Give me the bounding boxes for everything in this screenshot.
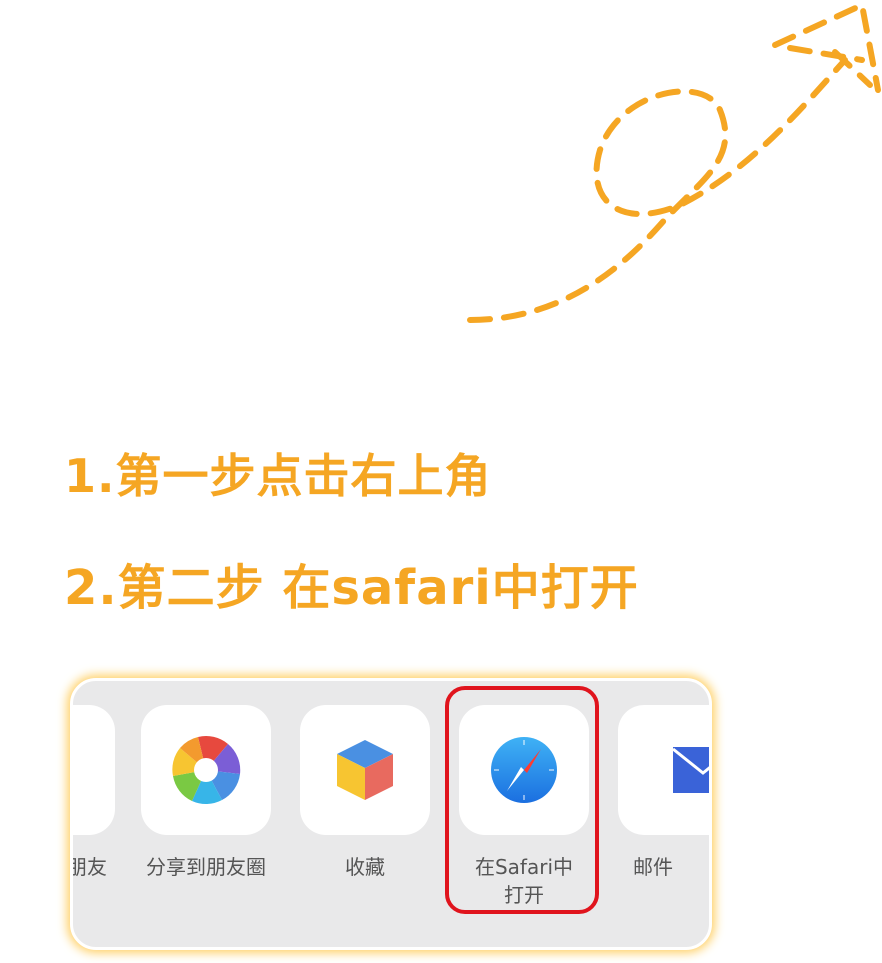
instruction-step-1: 1.第一步点击右上角 bbox=[64, 449, 492, 503]
share-item-partial-tile[interactable] bbox=[73, 705, 115, 835]
favorites-button[interactable] bbox=[300, 705, 430, 835]
share-item-label-favorites: 收藏 bbox=[345, 855, 385, 879]
safari-highlight-box bbox=[445, 686, 599, 914]
share-item-label-moments: 分享到朋友圈 bbox=[146, 855, 266, 879]
share-item-label-mail: 邮件 bbox=[633, 855, 673, 879]
instruction-step-2: 2.第二步 在safari中打开 bbox=[64, 560, 639, 616]
moments-aperture-icon bbox=[172, 736, 241, 805]
share-sheet-panel: 朋友 分享到朋友圈 收藏 在Safari中 打开 邮件 bbox=[70, 678, 712, 950]
dashed-arrow-icon bbox=[467, 0, 881, 323]
share-to-moments-button[interactable] bbox=[141, 705, 271, 835]
mail-envelope-icon bbox=[673, 747, 709, 793]
favorites-cube-icon bbox=[337, 740, 393, 800]
share-item-label-friends: 朋友 bbox=[70, 855, 107, 879]
mail-button[interactable] bbox=[618, 705, 709, 835]
